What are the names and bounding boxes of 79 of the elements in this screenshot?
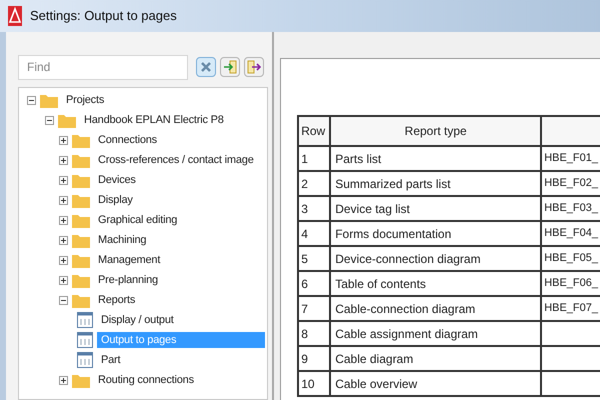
table-cell: Cable assignment diagram [331, 322, 542, 345]
table-cell-text: HBE_F05_ [543, 251, 600, 266]
collapse-icon[interactable] [27, 96, 36, 104]
table-cell: 10 [299, 372, 332, 395]
table-cell: Table of contents [331, 272, 542, 295]
close-icon [201, 62, 211, 72]
tree-item[interactable]: Machining [94, 232, 266, 248]
table-cell-text: HBE_F01_ [543, 151, 600, 166]
folder-icon [72, 152, 90, 168]
expand-icon[interactable] [59, 196, 68, 204]
table-cell: 3 [299, 197, 332, 220]
table-cell: 6 [299, 272, 332, 295]
arrow-into-page-icon [223, 60, 237, 74]
folder-icon [72, 232, 90, 248]
tree-item[interactable]: Management [94, 252, 266, 268]
folder-icon [72, 132, 90, 148]
folder-icon [72, 212, 90, 228]
tree-item[interactable]: Devices [94, 172, 266, 188]
tree-item[interactable]: Display [94, 192, 266, 208]
table-cell: 1 [299, 147, 332, 170]
table-cell: 2 [299, 172, 332, 195]
folder-icon [72, 172, 90, 188]
table-cell: Cable diagram [331, 347, 542, 370]
table-cell-text: HBE_F06_ [543, 276, 600, 292]
table-cell: Summarized parts list [331, 172, 542, 195]
folder-icon [40, 92, 58, 108]
page-icon [77, 312, 93, 328]
collapse-icon[interactable] [45, 116, 54, 124]
expand-icon[interactable] [59, 276, 68, 284]
tree-item[interactable]: Graphical editing [94, 212, 266, 228]
expand-icon[interactable] [59, 216, 68, 224]
table-cell: 4 [299, 222, 332, 245]
arrow-out-of-page-icon [247, 60, 261, 74]
table-cell-text: HBE_F03_ [543, 201, 600, 216]
expand-icon[interactable] [59, 236, 68, 244]
table-cell-text: HBE_F07_ [543, 301, 600, 316]
page-icon [77, 352, 93, 368]
table-cell: 8 [299, 322, 332, 345]
expand-icon[interactable] [59, 176, 68, 184]
folder-icon [72, 252, 90, 268]
search-field[interactable]: Find [18, 54, 188, 80]
tree-item[interactable]: Cross-references / contact image [94, 152, 266, 168]
table-cell: Device tag list [331, 197, 542, 220]
tree-item[interactable]: Reports [94, 292, 266, 308]
table-cell-text: HBE_F02_ [543, 176, 600, 192]
table-cell: Cable-connection diagram [331, 297, 542, 320]
tree-item[interactable]: Handbook EPLAN Electric P8 [80, 112, 266, 128]
table-cell: Device-connection diagram [331, 247, 542, 270]
expand-icon[interactable] [59, 256, 68, 264]
tree-item[interactable]: Pre-planning [94, 272, 266, 288]
tree-item[interactable]: Connections [94, 132, 266, 148]
export-button[interactable] [244, 57, 264, 77]
table-cell: 5 [299, 247, 332, 270]
page-icon [77, 332, 93, 348]
table-cell: 7 [299, 297, 332, 320]
window-title: Settings: Output to pages [30, 7, 177, 26]
column-header: Report type [331, 117, 542, 145]
folder-icon [58, 112, 76, 128]
column-header: Row [299, 117, 332, 145]
clear-button[interactable] [196, 57, 216, 77]
expand-icon[interactable] [59, 136, 68, 144]
import-button[interactable] [220, 57, 240, 77]
folder-icon [72, 272, 90, 288]
folder-icon [72, 192, 90, 208]
table-cell: Cable overview [331, 372, 542, 395]
expand-icon[interactable] [59, 376, 68, 384]
folder-icon [72, 292, 90, 308]
tree-item[interactable]: Projects [62, 92, 266, 108]
collapse-icon[interactable] [59, 296, 68, 304]
app-logo-icon [8, 6, 22, 26]
expand-icon[interactable] [59, 156, 68, 164]
tree-item[interactable]: Routing connections [94, 372, 266, 388]
table-cell: Forms documentation [331, 222, 542, 245]
table-cell: Parts list [331, 147, 542, 170]
tree-item[interactable]: Part [97, 352, 266, 368]
folder-icon [72, 372, 90, 388]
table-cell: 9 [299, 347, 332, 370]
table-cell-text: HBE_F04_ [543, 226, 600, 242]
tree-item[interactable]: Display / output [97, 312, 266, 328]
